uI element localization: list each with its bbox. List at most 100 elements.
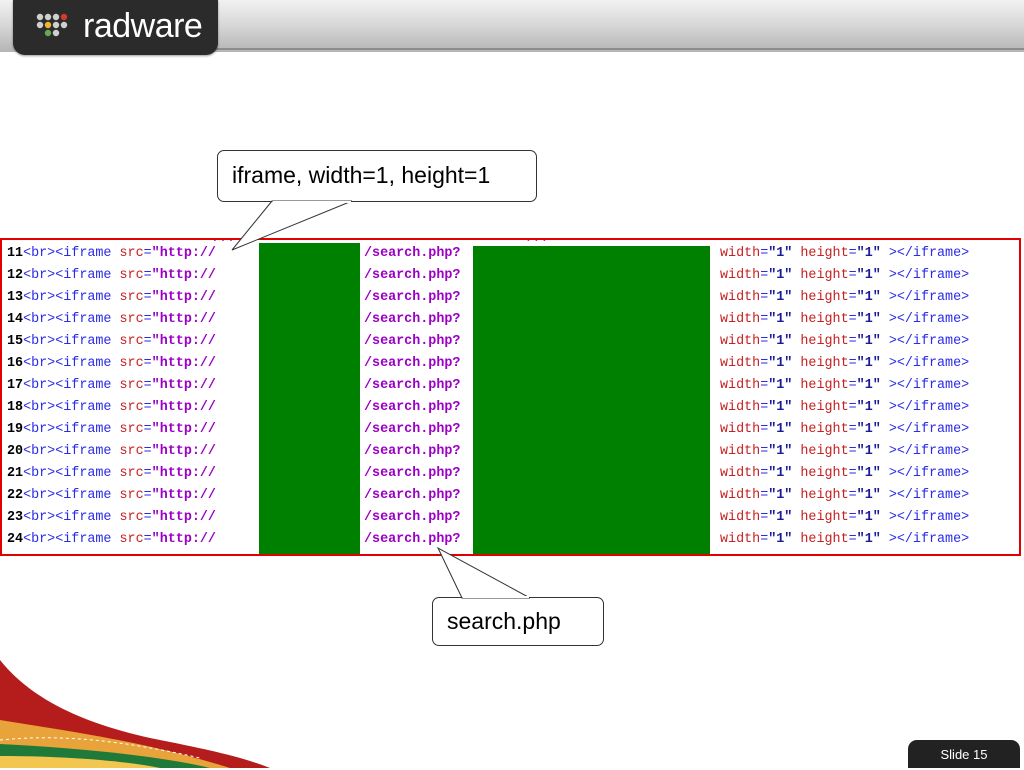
code-value: "1" [768,444,793,459]
code-tag: <br><iframe [23,532,120,547]
line-number: 17 [7,378,24,393]
code-tail: width="1" height="1" ></iframe> [720,441,969,463]
code-attr: src [119,444,144,459]
code-equals: = [848,312,857,327]
code-value: "1" [856,488,881,503]
code-attr: height [800,488,849,503]
code-value: "1" [856,466,881,481]
code-value: "1" [856,532,881,547]
code-attr: src [119,422,144,437]
code-tag: <br><iframe [23,488,120,503]
code-attr: src [119,246,144,261]
code-tag: ></iframe> [888,356,970,371]
code-equals: = [848,246,857,261]
code-value: "1" [856,510,881,525]
code-attr: width [720,334,761,349]
code-equals: = [848,466,857,481]
code-attr: height [800,510,849,525]
code-line: 20<br><iframe src="http:///search.php? wi… [7,441,969,463]
code-attr: width [720,488,761,503]
code-tag: ></iframe> [888,466,970,481]
code-tag: ></iframe> [888,422,970,437]
code-equals: = [143,466,152,481]
code-tail: width="1" height="1" ></iframe> [720,419,969,441]
code-equals: = [848,378,857,393]
code-value: "1" [856,444,881,459]
code-path: /search.php? [364,532,461,547]
code-url-prefix: "http:// [151,312,216,327]
code-equals: = [848,400,857,415]
code-tag: ></iframe> [888,334,970,349]
code-url-prefix: "http:// [151,510,216,525]
code-equals: = [143,400,152,415]
code-value: "1" [856,378,881,393]
code-tag: ></iframe> [888,378,970,393]
code-attr: height [800,356,849,371]
code-line: 22<br><iframe src="http:///search.php? wi… [7,485,969,507]
code-attr: height [800,532,849,547]
code-tag: ></iframe> [888,488,970,503]
line-number: 13 [7,290,24,305]
code-attr: height [800,400,849,415]
code-tail: width="1" height="1" ></iframe> [720,529,969,551]
code-equals: = [143,312,152,327]
code-equals: = [143,290,152,305]
code-path: /search.php? [364,246,461,261]
code-value: "1" [856,400,881,415]
line-number: 19 [7,422,24,437]
redaction-block-domain [259,243,360,554]
code-attr: height [800,246,849,261]
code-tag: ></iframe> [888,268,970,283]
code-tag: <br><iframe [23,466,120,481]
code-attr: src [119,378,144,393]
code-tag: <br><iframe [23,312,120,327]
code-value: "1" [768,246,793,261]
code-value: "1" [856,356,881,371]
code-attr: height [800,444,849,459]
code-attr: height [800,422,849,437]
header-divider [214,48,1024,50]
code-attr: src [119,510,144,525]
code-attr: height [800,290,849,305]
code-value: "1" [768,400,793,415]
decorative-swoosh [0,660,270,768]
redaction-block-query [473,246,710,554]
code-tag: <br><iframe [23,268,120,283]
code-equals: = [848,290,857,305]
code-tag: <br><iframe [23,246,120,261]
line-number: 11 [7,246,24,261]
code-line: 13<br><iframe src="http:///search.php? wi… [7,287,969,309]
code-attr: width [720,400,761,415]
code-attr: height [800,378,849,393]
code-equals: = [143,268,152,283]
code-tail: width="1" height="1" ></iframe> [720,309,969,331]
code-equals: = [143,356,152,371]
code-tag: ></iframe> [888,510,970,525]
code-line: 11<br><iframe src="http:///search.php? wi… [7,243,969,265]
code-equals: = [848,488,857,503]
logo: radware [13,0,218,55]
code-tag: <br><iframe [23,290,120,305]
line-number: 24 [7,532,24,547]
line-number: 20 [7,444,24,459]
code-url-prefix: "http:// [151,356,216,371]
code-attr: width [720,312,761,327]
code-attr: src [119,532,144,547]
code-value: "1" [768,488,793,503]
code-path: /search.php? [364,510,461,525]
code-line: 17<br><iframe src="http:///search.php? wi… [7,375,969,397]
code-value: "1" [768,290,793,305]
code-url-prefix: "http:// [151,422,216,437]
code-equals: = [848,268,857,283]
code-line: 12<br><iframe src="http:///search.php? wi… [7,265,969,287]
code-value: "1" [768,268,793,283]
code-value: "1" [768,466,793,481]
code-line: 14<br><iframe src="http:///search.php? wi… [7,309,969,331]
code-panel: ... ... 11<br><iframe src="http:///searc… [0,238,1021,556]
code-tag: <br><iframe [23,334,120,349]
code-url-prefix: "http:// [151,378,216,393]
